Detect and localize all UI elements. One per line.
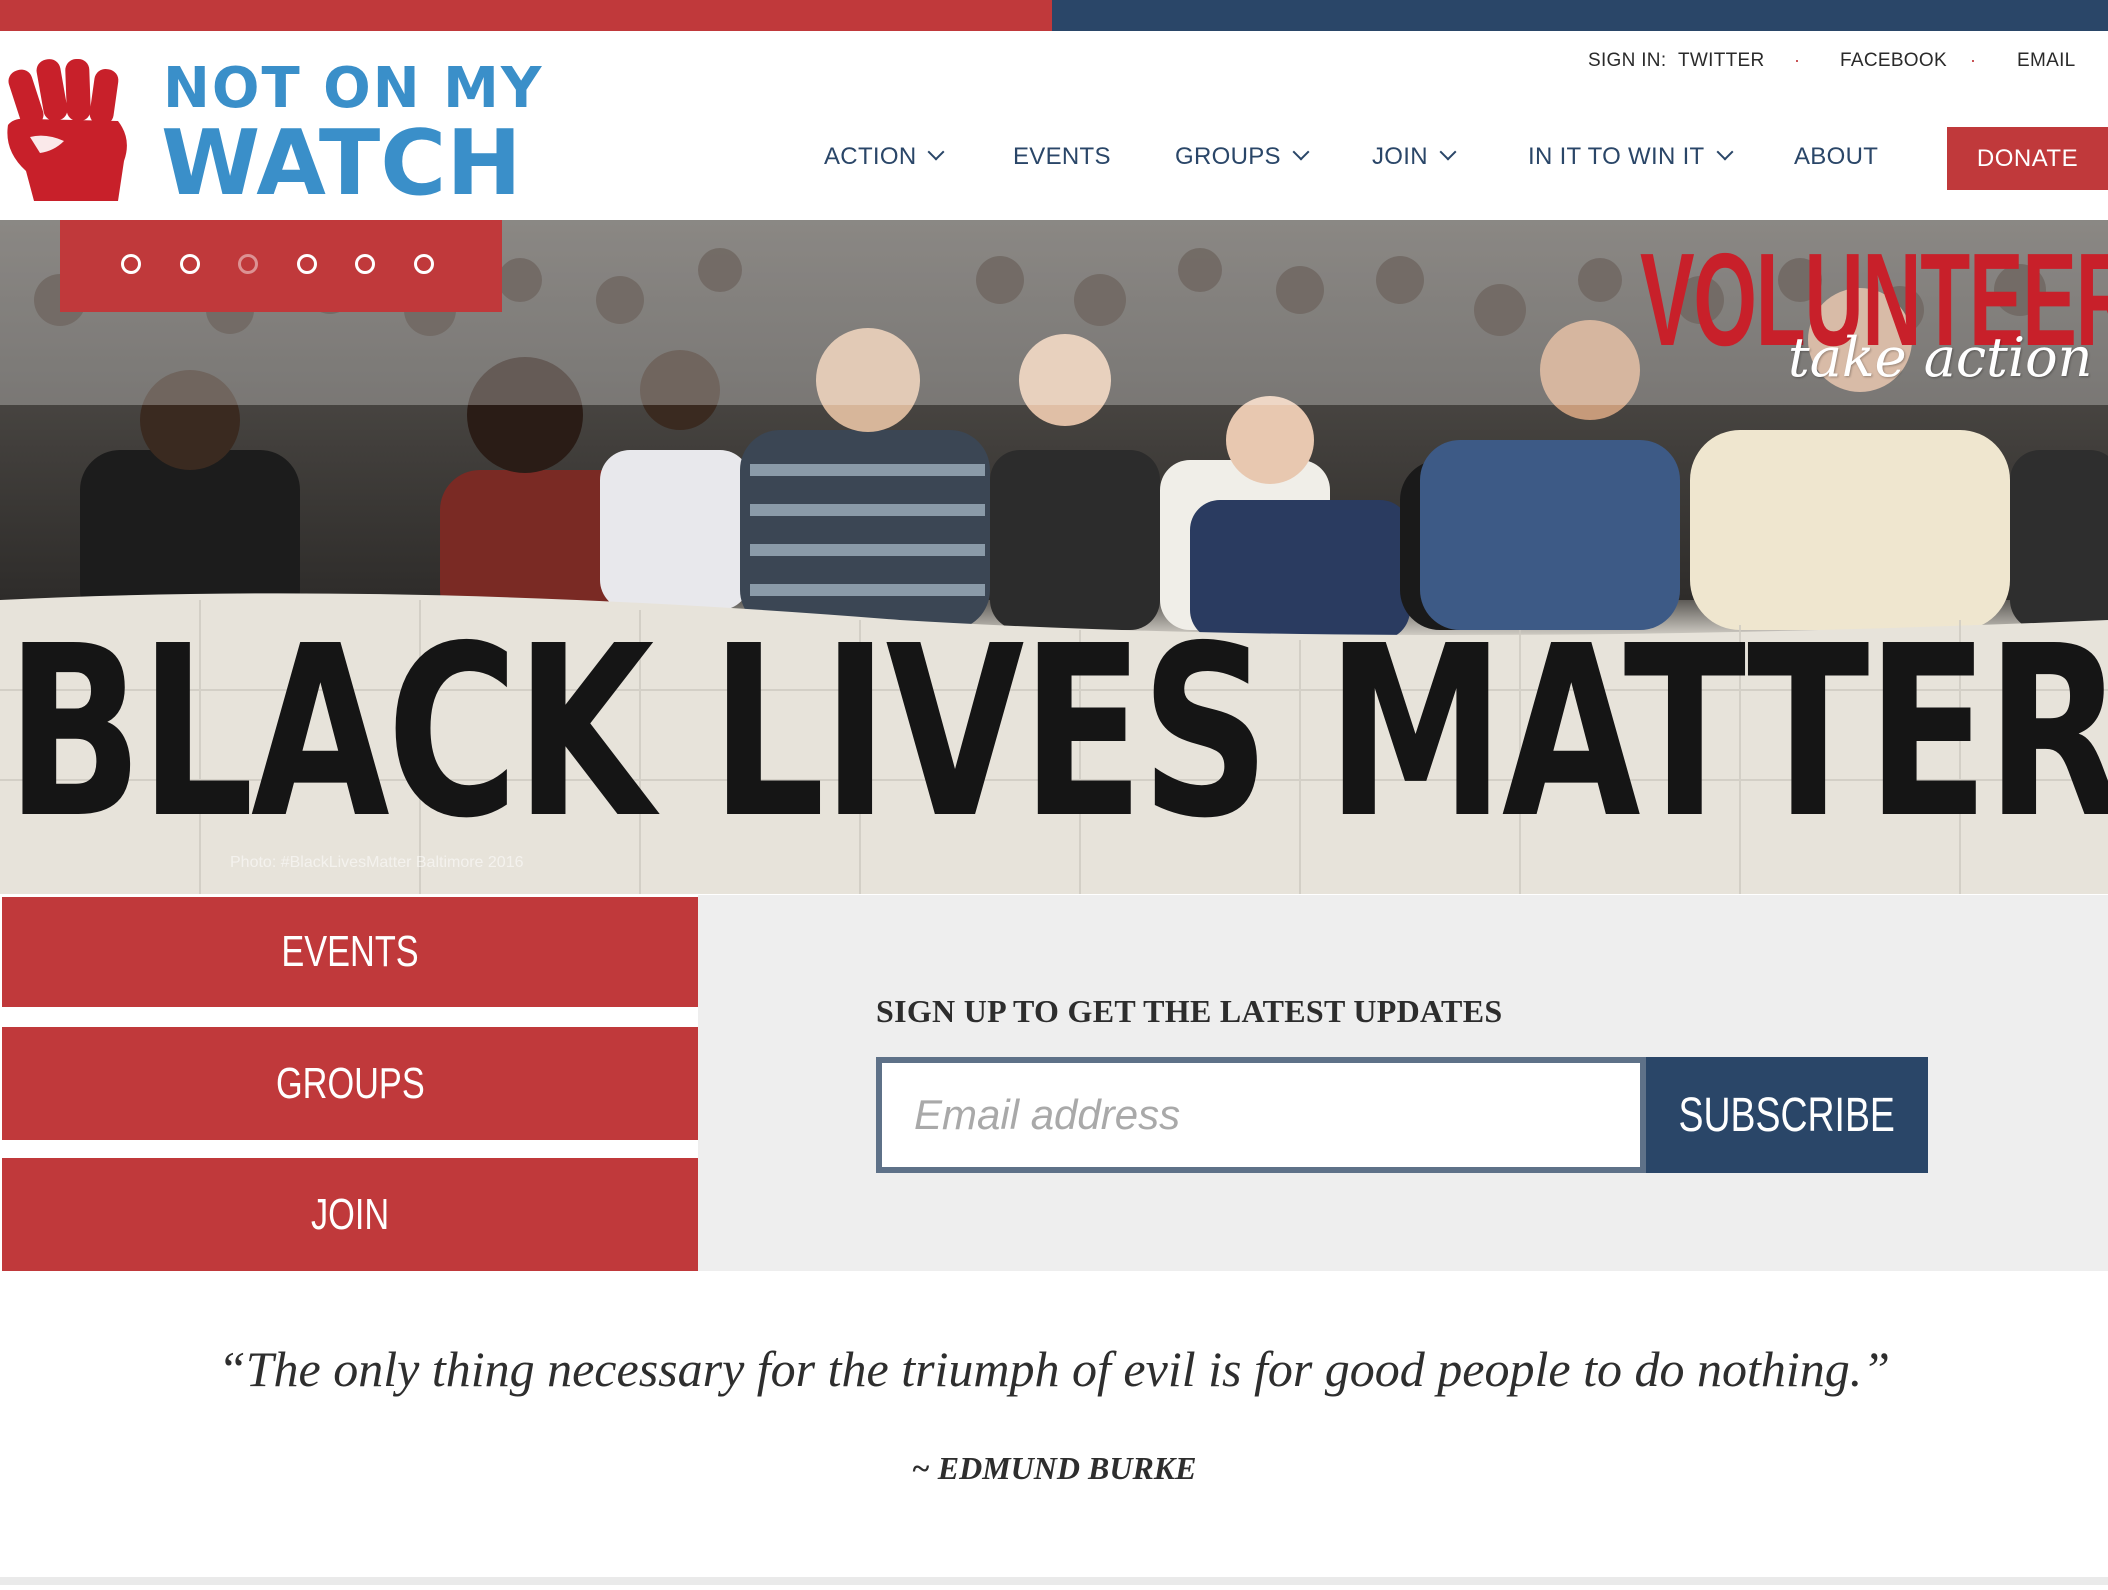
top-bar-red-segment — [0, 0, 1052, 31]
separator-dot: · — [1794, 50, 1801, 70]
groups-button[interactable]: GROUPS — [2, 1027, 698, 1140]
slide-dot-4[interactable] — [297, 254, 317, 274]
slider-pagination — [60, 220, 502, 312]
slide-dot-6[interactable] — [414, 254, 434, 274]
subscribe-button[interactable]: SUBSCRIBE — [1646, 1057, 1928, 1173]
signin-label: SIGN IN: — [1588, 50, 1667, 71]
groups-button-label: GROUPS — [275, 1058, 425, 1108]
nav-about-label: ABOUT — [1794, 143, 1879, 170]
slide-dot-3[interactable] — [238, 254, 258, 274]
twitter-link[interactable]: TWITTER — [1678, 50, 1765, 72]
nav-events[interactable]: EVENTS — [1013, 143, 1111, 171]
chevron-down-icon — [1716, 143, 1734, 161]
nav-action[interactable]: ACTION — [824, 143, 945, 171]
nav-groups[interactable]: GROUPS — [1175, 143, 1310, 171]
nav-join-label: JOIN — [1372, 143, 1428, 170]
nav-join[interactable]: JOIN — [1372, 143, 1457, 171]
site-logo[interactable]: NOT ON MY WATCH — [0, 55, 560, 209]
signin-bar: SIGN IN: TWITTER · FACEBOOK · EMAIL — [0, 50, 2108, 74]
signup-title: SIGN UP TO GET THE LATEST UPDATES — [876, 993, 1503, 1029]
nav-events-label: EVENTS — [1013, 143, 1111, 170]
footer-divider — [0, 1577, 2108, 1585]
email-link[interactable]: EMAIL — [2017, 50, 2076, 72]
facebook-link[interactable]: FACEBOOK — [1840, 50, 1947, 72]
nav-in-it-to-win-it[interactable]: IN IT TO WIN IT — [1528, 143, 1734, 171]
nav-action-label: ACTION — [824, 143, 917, 170]
subscribe-button-label: SUBSCRIBE — [1678, 1088, 1896, 1142]
top-bar-navy-segment — [1052, 0, 2108, 31]
hero-tagline: take action — [1788, 326, 2093, 389]
email-input[interactable] — [876, 1057, 1646, 1173]
quote-author: ~ EDMUND BURKE — [911, 1450, 1197, 1486]
quote-text: “The only thing necessary for the triump… — [217, 1341, 1891, 1397]
nav-groups-label: GROUPS — [1175, 143, 1281, 170]
events-button-label: EVENTS — [281, 927, 419, 976]
chevron-down-icon — [1439, 143, 1457, 161]
chevron-down-icon — [1292, 143, 1310, 161]
slide-dot-2[interactable] — [180, 254, 200, 274]
donate-button[interactable]: DONATE — [1947, 127, 2108, 190]
logo-text-line2: WATCH — [161, 111, 522, 216]
nav-in-it-to-win-it-label: IN IT TO WIN IT — [1528, 143, 1705, 170]
slide-dot-5[interactable] — [355, 254, 375, 274]
join-button[interactable]: JOIN — [2, 1158, 698, 1271]
chevron-down-icon — [927, 143, 945, 161]
slide-dot-1[interactable] — [121, 254, 141, 274]
nav-about[interactable]: ABOUT — [1794, 143, 1878, 171]
raised-fist-icon — [7, 58, 127, 201]
separator-dot: · — [1970, 50, 1977, 70]
top-color-bar — [0, 0, 2108, 31]
photo-credit: Photo: #BlackLivesMatter Baltimore 2016 — [230, 854, 524, 871]
join-button-label: JOIN — [310, 1189, 390, 1239]
events-button[interactable]: EVENTS — [2, 897, 698, 1007]
hero-slider[interactable]: BLACK LIVES MATTER Photo: #BlackLivesMat… — [0, 220, 2108, 894]
banner-text: BLACK LIVES MATTER — [6, 595, 2108, 870]
